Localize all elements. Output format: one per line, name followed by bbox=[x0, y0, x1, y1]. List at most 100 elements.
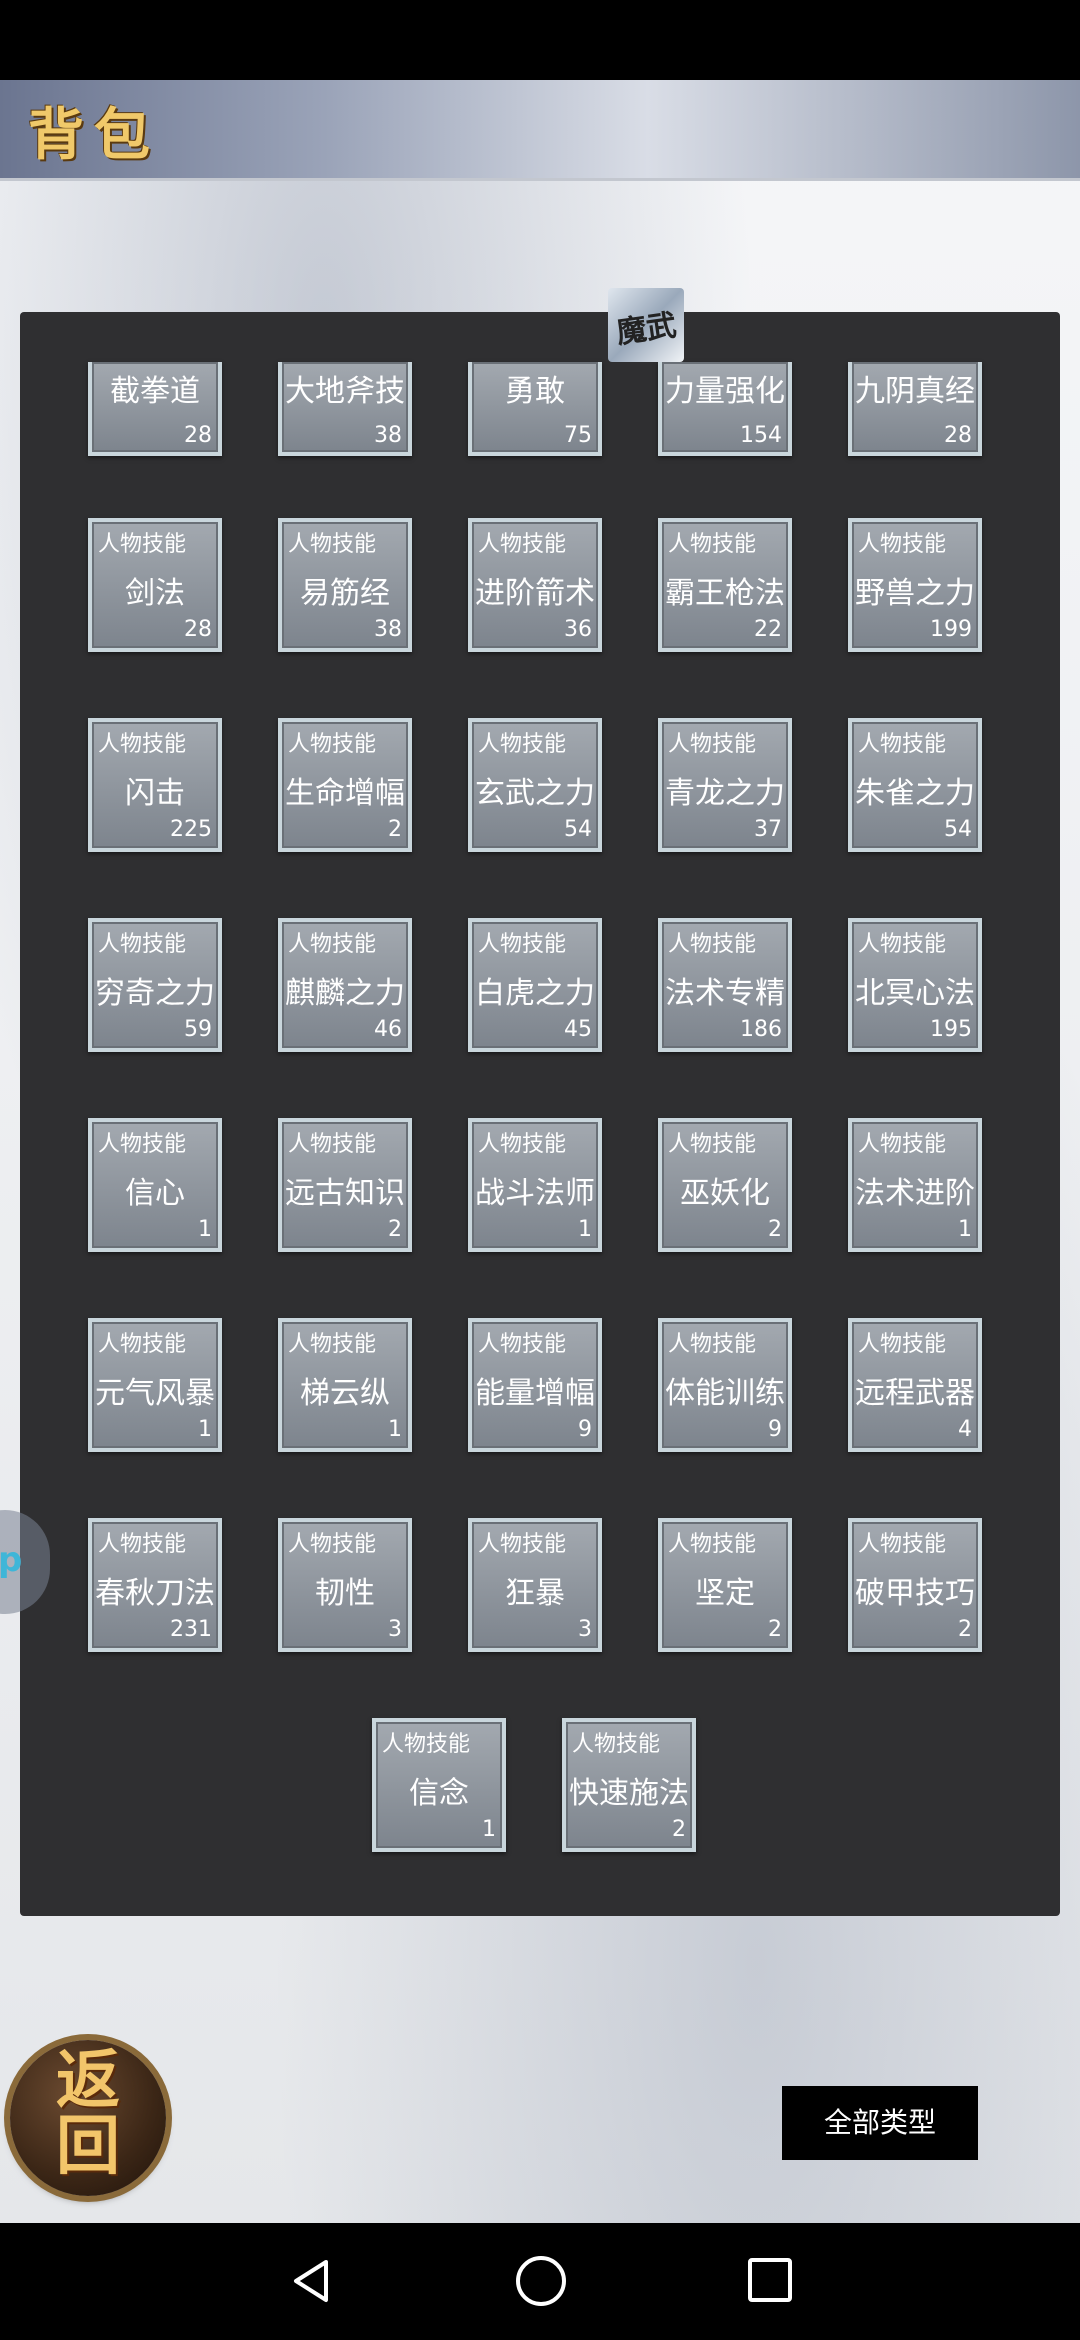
item-type-label: 人物技能 bbox=[382, 1732, 471, 1757]
item-type-label: 人物技能 bbox=[668, 1332, 757, 1357]
item-slot[interactable]: 人物技能 穷奇之力 59 bbox=[88, 918, 222, 1052]
item-type-label: 人物技能 bbox=[478, 732, 567, 757]
item-count: 28 bbox=[184, 617, 212, 642]
back-button-label: 返回 bbox=[56, 2043, 120, 2184]
item-slot[interactable]: 人物技能 信念 1 bbox=[372, 1718, 506, 1852]
back-button[interactable]: 返回 bbox=[10, 2040, 166, 2196]
item-name: 信心 bbox=[125, 1176, 185, 1211]
item-slot[interactable]: 人物技能 朱雀之力 54 bbox=[848, 718, 982, 852]
item-count: 36 bbox=[564, 617, 592, 642]
item-count: 45 bbox=[564, 1017, 592, 1042]
item-type-label: 人物技能 bbox=[98, 932, 187, 957]
item-name: 易筋经 bbox=[300, 576, 390, 611]
item-slot[interactable]: 勇敢 75 bbox=[468, 362, 602, 456]
item-name: 远古知识 bbox=[285, 1176, 405, 1211]
item-slot[interactable]: 力量强化 154 bbox=[658, 362, 792, 456]
item-slot[interactable]: 人物技能 进阶箭术 36 bbox=[468, 518, 602, 652]
item-type-label: 人物技能 bbox=[288, 1332, 377, 1357]
item-slot[interactable]: 人物技能剑法 28 bbox=[88, 518, 222, 652]
item-slot[interactable]: 人物技能闪击 225 bbox=[88, 718, 222, 852]
item-type-label: 人物技能 bbox=[98, 732, 187, 757]
item-type-label: 人物技能 bbox=[858, 1532, 947, 1557]
item-name: 巫妖化 bbox=[680, 1176, 770, 1211]
item-count: 1 bbox=[388, 1417, 402, 1442]
item-slot[interactable]: 人物技能 能量增幅 9 bbox=[468, 1318, 602, 1452]
item-type-label: 人物技能 bbox=[288, 732, 377, 757]
item-slot[interactable]: 截拳道 28 bbox=[88, 362, 222, 456]
home-circle-icon[interactable] bbox=[516, 2256, 566, 2306]
item-name: 野兽之力 bbox=[855, 576, 975, 611]
item-slot[interactable]: 人物技能 巫妖化 2 bbox=[658, 1118, 792, 1252]
item-name: 剑法 bbox=[125, 576, 185, 611]
item-count: 75 bbox=[564, 423, 592, 448]
item-type-label: 人物技能 bbox=[98, 1132, 187, 1157]
status-bar bbox=[0, 0, 1080, 80]
item-count: 1 bbox=[578, 1217, 592, 1242]
item-type-label: 人物技能 bbox=[668, 532, 757, 557]
item-slot[interactable]: 人物技能 远古知识 2 bbox=[278, 1118, 412, 1252]
page-title: 背包 bbox=[28, 102, 160, 168]
item-slot[interactable]: 人物技能 白虎之力 45 bbox=[468, 918, 602, 1052]
item-count: 195 bbox=[930, 1017, 972, 1042]
type-filter-button[interactable]: 全部类型 bbox=[782, 2086, 978, 2160]
item-slot[interactable]: 人物技能 法术进阶 1 bbox=[848, 1118, 982, 1252]
item-type-label: 人物技能 bbox=[478, 1532, 567, 1557]
item-slot[interactable]: 人物技能 信心 1 bbox=[88, 1118, 222, 1252]
item-count: 59 bbox=[184, 1017, 212, 1042]
item-slot[interactable]: 人物技能 远程武器 4 bbox=[848, 1318, 982, 1452]
item-type-label: 人物技能 bbox=[668, 1132, 757, 1157]
item-name: 破甲技巧 bbox=[855, 1576, 975, 1611]
item-slot[interactable]: 人物技能 玄武之力 54 bbox=[468, 718, 602, 852]
item-count: 186 bbox=[740, 1017, 782, 1042]
item-type-label: 人物技能 bbox=[478, 1332, 567, 1357]
header-bar: 背包 bbox=[0, 80, 1080, 181]
item-count: 3 bbox=[388, 1617, 402, 1642]
item-type-label: 人物技能 bbox=[858, 932, 947, 957]
item-slot[interactable]: 人物技能 狂暴 3 bbox=[468, 1518, 602, 1652]
item-name: 朱雀之力 bbox=[855, 776, 975, 811]
item-slot[interactable]: 人物技能 破甲技巧 2 bbox=[848, 1518, 982, 1652]
badge-text: 魔武 bbox=[614, 307, 679, 351]
item-slot[interactable]: 九阴真经 28 bbox=[848, 362, 982, 456]
item-slot[interactable]: 人物技能 体能训练 9 bbox=[658, 1318, 792, 1452]
item-slot[interactable]: 人物技能 战斗法师 1 bbox=[468, 1118, 602, 1252]
item-name: 闪击 bbox=[125, 776, 185, 811]
item-type-label: 人物技能 bbox=[98, 1332, 187, 1357]
item-slot[interactable]: 人物技能 快速施法 2 bbox=[562, 1718, 696, 1852]
item-count: 2 bbox=[388, 817, 402, 842]
item-name: 战斗法师 bbox=[475, 1176, 595, 1211]
item-slot[interactable]: 人物技能 霸王枪法 22 bbox=[658, 518, 792, 652]
item-name: 麒麟之力 bbox=[285, 976, 405, 1011]
item-slot[interactable]: 人物技能 韧性 3 bbox=[278, 1518, 412, 1652]
item-name: 体能训练 bbox=[665, 1376, 785, 1411]
item-count: 46 bbox=[374, 1017, 402, 1042]
item-slot[interactable]: 人物技能梯云纵 1 bbox=[278, 1318, 412, 1452]
item-count: 2 bbox=[672, 1817, 686, 1842]
item-slot[interactable]: 人物技能 北冥心法 195 bbox=[848, 918, 982, 1052]
floating-tab-label: p bbox=[0, 1540, 23, 1580]
item-type-label: 人物技能 bbox=[98, 532, 187, 557]
item-type-label: 人物技能 bbox=[668, 932, 757, 957]
item-slot[interactable]: 人物技能 野兽之力 199 bbox=[848, 518, 982, 652]
item-slot[interactable]: 人物技能 青龙之力 37 bbox=[658, 718, 792, 852]
item-slot[interactable]: 人物技能 坚定 2 bbox=[658, 1518, 792, 1652]
item-slot[interactable]: 人物技能 元气风暴 1 bbox=[88, 1318, 222, 1452]
item-type-label: 人物技能 bbox=[288, 1132, 377, 1157]
item-type-label: 人物技能 bbox=[668, 732, 757, 757]
item-name: 梯云纵 bbox=[300, 1376, 390, 1411]
item-name: 元气风暴 bbox=[95, 1376, 215, 1411]
item-type-label: 人物技能 bbox=[288, 532, 377, 557]
recent-square-icon[interactable] bbox=[748, 2258, 792, 2302]
item-count: 22 bbox=[754, 617, 782, 642]
item-type-label: 人物技能 bbox=[98, 1532, 187, 1557]
back-triangle-icon[interactable] bbox=[286, 2256, 336, 2306]
item-slot[interactable]: 人物技能 法术专精 186 bbox=[658, 918, 792, 1052]
item-count: 225 bbox=[170, 817, 212, 842]
item-slot[interactable]: 人物技能 生命增幅 2 bbox=[278, 718, 412, 852]
item-slot[interactable]: 人物技能 麒麟之力 46 bbox=[278, 918, 412, 1052]
item-name: 远程武器 bbox=[855, 1376, 975, 1411]
item-slot[interactable]: 大地斧技 38 bbox=[278, 362, 412, 456]
item-slot[interactable]: 人物技能 春秋刀法 231 bbox=[88, 1518, 222, 1652]
item-slot[interactable]: 人物技能 易筋经 38 bbox=[278, 518, 412, 652]
item-count: 4 bbox=[958, 1417, 972, 1442]
